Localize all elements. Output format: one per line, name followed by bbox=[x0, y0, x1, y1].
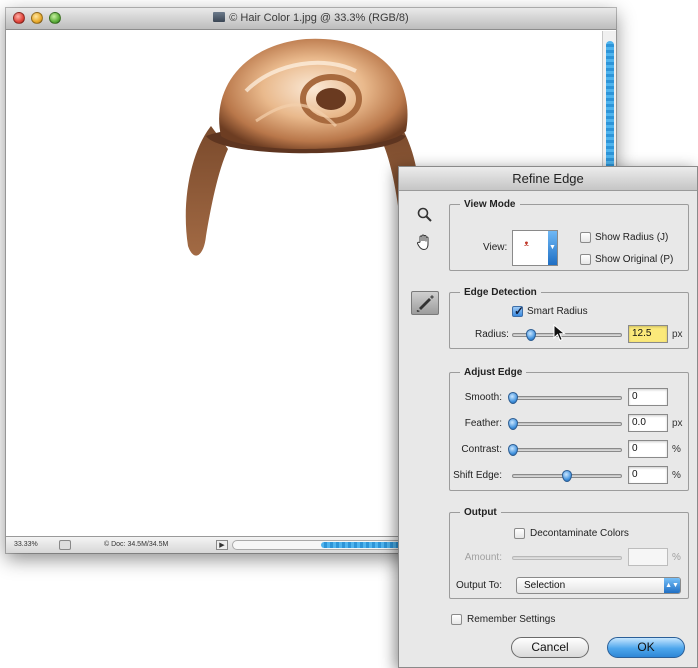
brush-icon[interactable] bbox=[411, 291, 439, 315]
view-mode-group: View Mode View: ᴥ ▼ Show Radius (J) Show… bbox=[449, 199, 689, 271]
hand-icon[interactable] bbox=[414, 233, 434, 253]
feather-label: Feather: bbox=[464, 418, 502, 429]
show-radius-checkbox[interactable] bbox=[580, 232, 591, 243]
contrast-slider-knob[interactable] bbox=[508, 444, 518, 456]
contrast-slider[interactable] bbox=[508, 444, 622, 456]
contrast-label: Contrast: bbox=[461, 444, 502, 455]
remember-settings-checkbox[interactable] bbox=[451, 614, 462, 625]
decontaminate-colors-label: Decontaminate Colors bbox=[530, 528, 629, 539]
smooth-field[interactable]: 0 bbox=[628, 388, 668, 406]
output-group: Output Decontaminate Colors Amount: % Ou… bbox=[449, 507, 689, 599]
zoom-level[interactable]: 33.33% bbox=[14, 541, 38, 548]
radius-label: Radius: bbox=[475, 329, 509, 340]
output-to-label: Output To: bbox=[456, 580, 502, 591]
status-menu-arrow-icon[interactable]: ▶ bbox=[216, 540, 228, 550]
view-mode-legend: View Mode bbox=[464, 199, 516, 210]
ok-button[interactable]: OK bbox=[607, 637, 685, 658]
adjust-edge-legend: Adjust Edge bbox=[464, 367, 523, 378]
contrast-unit: % bbox=[672, 444, 681, 455]
proof-icon[interactable] bbox=[59, 540, 71, 550]
shift-edge-field[interactable]: 0 bbox=[628, 466, 668, 484]
radius-slider-knob[interactable] bbox=[526, 329, 537, 341]
amount-field bbox=[628, 548, 668, 566]
adjust-edge-group: Adjust Edge Smooth: 0 Feather: 0.0 px Co… bbox=[449, 367, 689, 491]
view-mode-dropdown[interactable]: ᴥ ▼ bbox=[512, 230, 558, 266]
radius-unit: px bbox=[672, 329, 683, 340]
mouse-pointer-icon bbox=[553, 324, 566, 342]
decontaminate-colors-checkbox[interactable] bbox=[514, 528, 525, 539]
shift-edge-slider[interactable] bbox=[512, 470, 622, 482]
edge-detection-group: Edge Detection Smart Radius Radius: 12.5… bbox=[449, 287, 689, 349]
view-label: View: bbox=[483, 242, 508, 253]
amount-slider bbox=[512, 556, 622, 560]
smooth-slider-knob[interactable] bbox=[508, 392, 518, 404]
smooth-label: Smooth: bbox=[464, 392, 502, 403]
shift-edge-slider-knob[interactable] bbox=[562, 470, 572, 482]
output-to-select[interactable]: Selection ▲▼ bbox=[516, 577, 681, 594]
smart-radius-label: Smart Radius bbox=[527, 306, 588, 317]
doc-size-info: © Doc: 34.5M/34.5M bbox=[104, 541, 169, 548]
document-title: © Hair Color 1.jpg @ 33.3% (RGB/8) bbox=[229, 12, 409, 24]
document-titlebar[interactable]: © Hair Color 1.jpg @ 33.3% (RGB/8) bbox=[6, 8, 616, 30]
feather-unit: px bbox=[672, 418, 683, 429]
smooth-slider[interactable] bbox=[508, 392, 622, 404]
show-original-label: Show Original (P) bbox=[595, 254, 674, 265]
chevron-down-icon: ▼ bbox=[548, 231, 557, 265]
up-down-arrows-icon: ▲▼ bbox=[664, 578, 680, 593]
amount-unit: % bbox=[672, 552, 681, 563]
shift-edge-unit: % bbox=[672, 470, 681, 481]
radius-field[interactable]: 12.5 bbox=[628, 325, 668, 343]
edge-detection-legend: Edge Detection bbox=[464, 287, 537, 298]
smart-radius-checkbox[interactable] bbox=[512, 304, 524, 318]
feather-slider-knob[interactable] bbox=[508, 418, 518, 430]
shift-edge-label: Shift Edge: bbox=[453, 470, 502, 481]
feather-slider[interactable] bbox=[508, 418, 622, 430]
view-preview-icon: ᴥ bbox=[524, 239, 529, 248]
remember-settings-label: Remember Settings bbox=[467, 614, 556, 625]
dialog-title[interactable]: Refine Edge bbox=[399, 167, 697, 191]
magnifier-icon[interactable] bbox=[415, 207, 435, 227]
show-radius-label: Show Radius (J) bbox=[595, 232, 669, 243]
show-original-checkbox[interactable] bbox=[580, 254, 591, 265]
cancel-button[interactable]: Cancel bbox=[511, 637, 589, 658]
radius-slider[interactable] bbox=[512, 329, 622, 341]
contrast-field[interactable]: 0 bbox=[628, 440, 668, 458]
feather-field[interactable]: 0.0 bbox=[628, 414, 668, 432]
refine-edge-dialog: Refine Edge View Mode View: ᴥ ▼ Show Rad… bbox=[398, 166, 698, 668]
output-legend: Output bbox=[464, 507, 497, 518]
amount-label: Amount: bbox=[464, 552, 502, 563]
output-to-value: Selection bbox=[524, 580, 566, 591]
document-icon bbox=[213, 12, 226, 22]
